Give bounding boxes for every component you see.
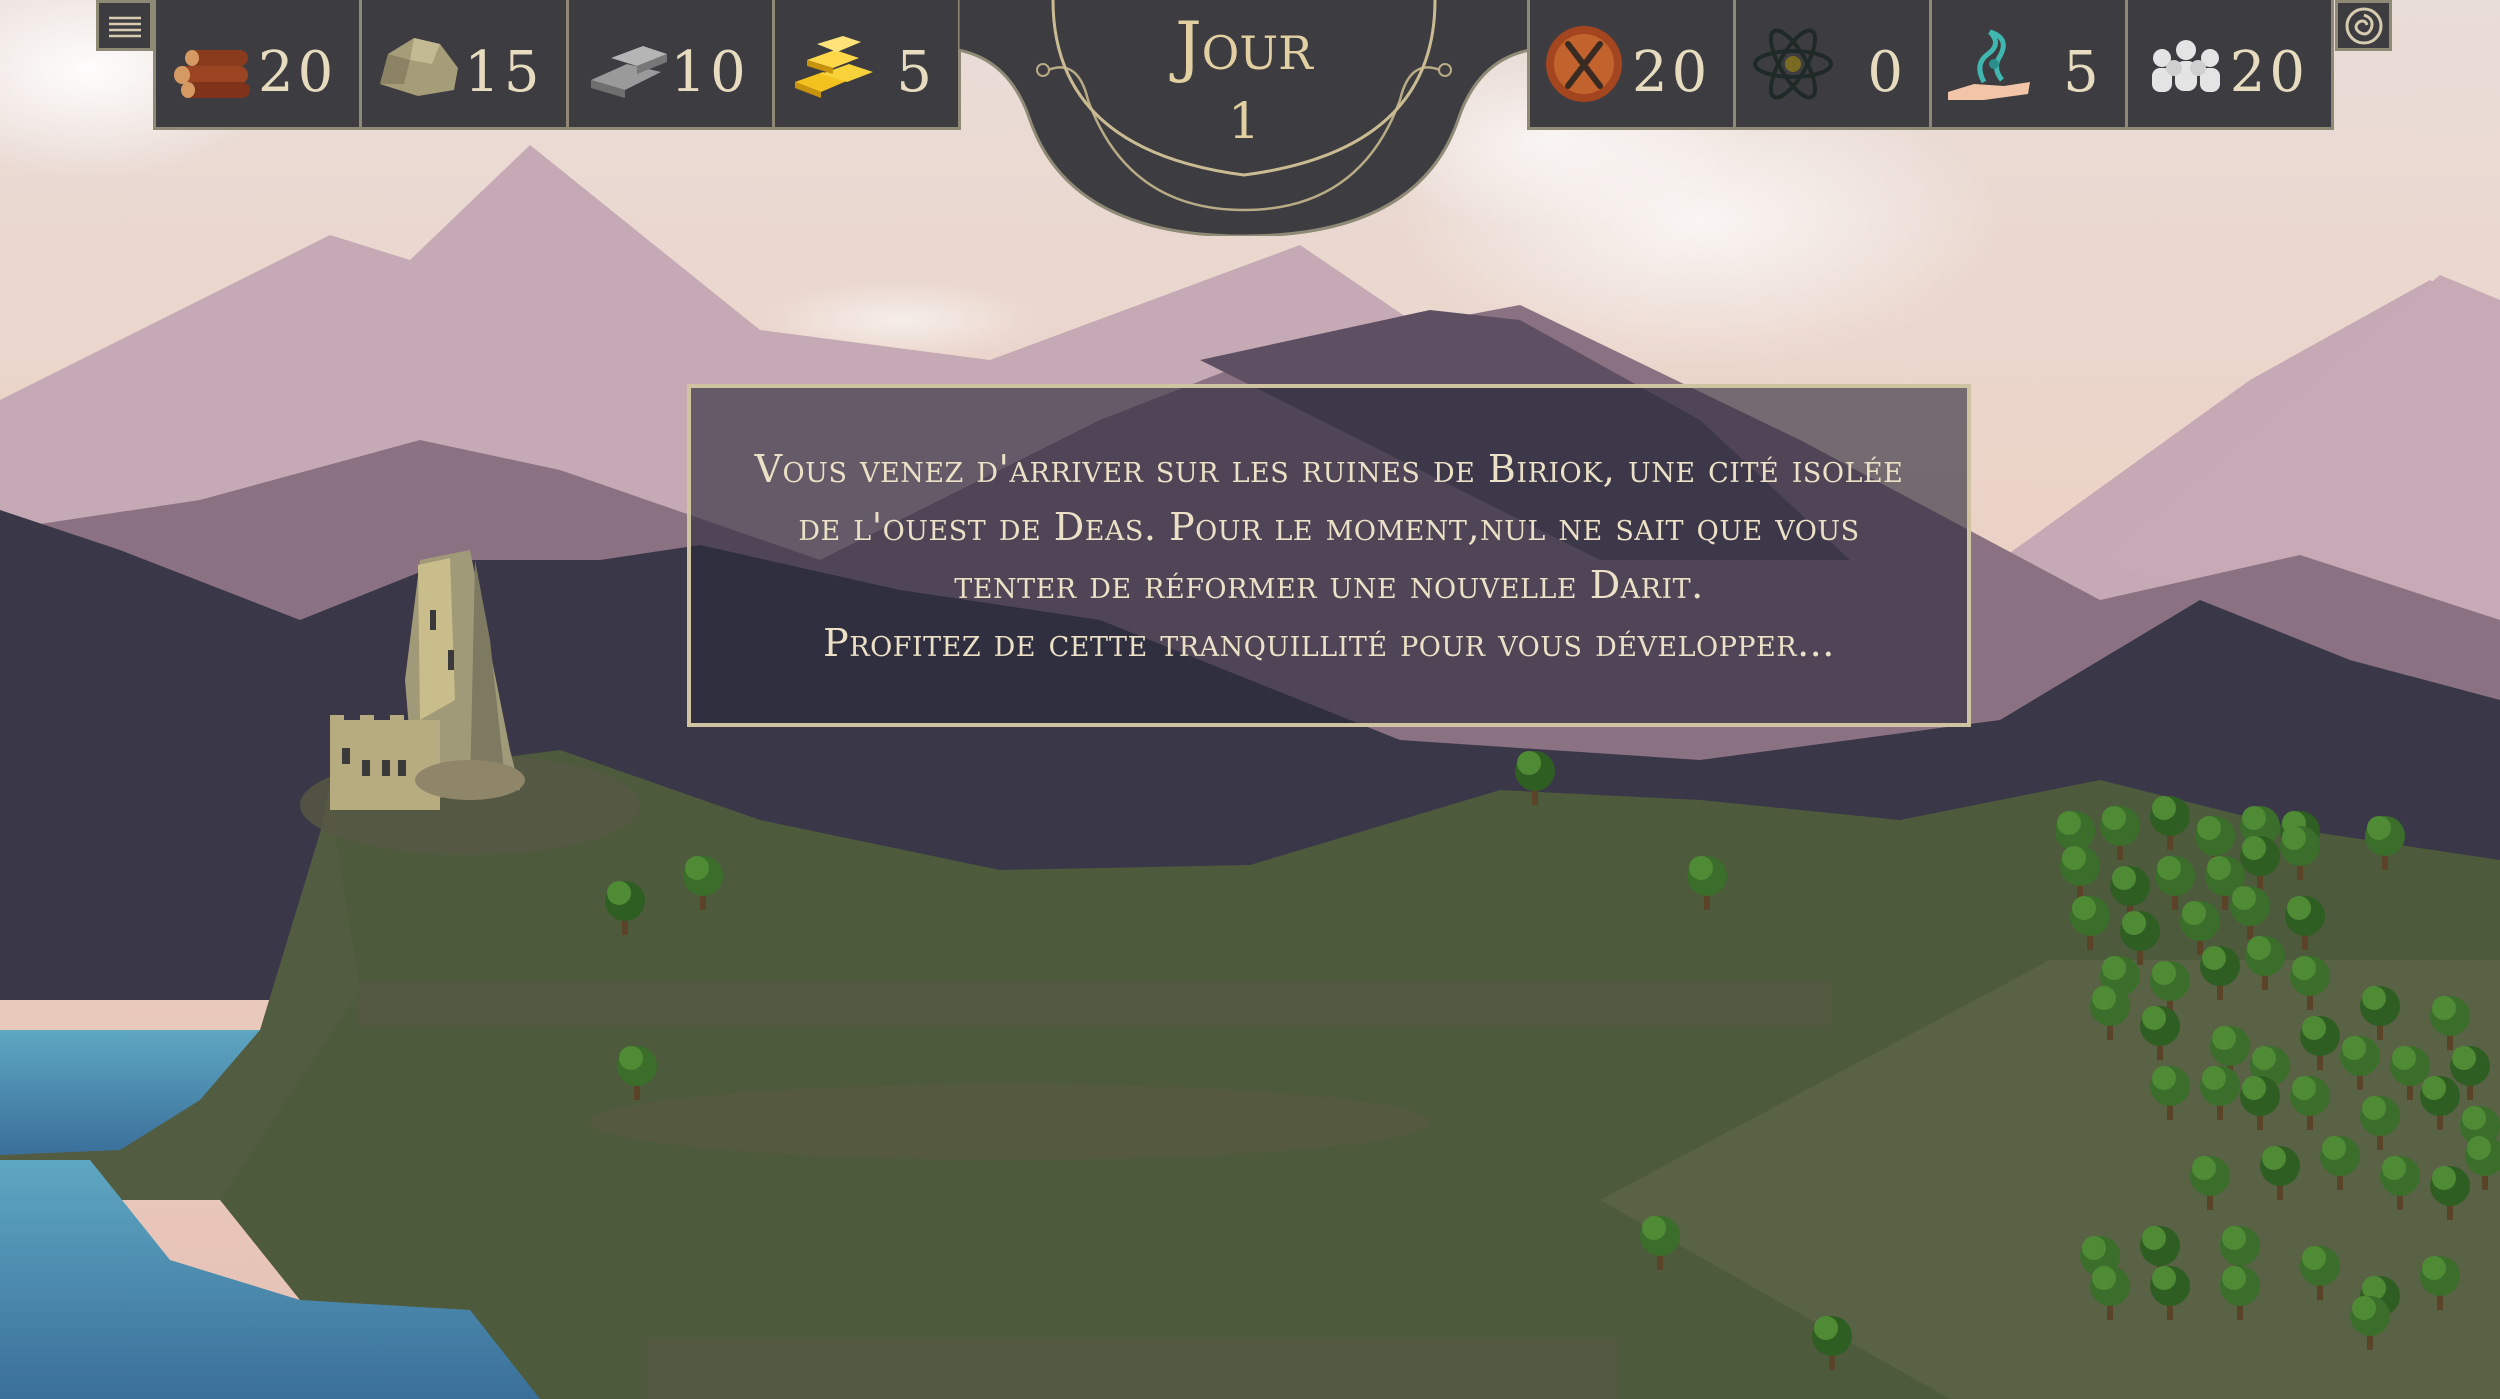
resource-bar-right: 20 0 5 20 [1527, 0, 2334, 130]
gold-bars-icon [794, 35, 873, 98]
intro-message-text: Vous venez d'arriver sur les ruines de B… [755, 440, 1904, 672]
fork-knife-icon [1546, 25, 1622, 102]
magic-value: 5 [2063, 40, 2103, 105]
intro-message-box: Vous venez d'arriver sur les ruines de B… [687, 384, 1971, 727]
magic-hand-icon [1948, 29, 2030, 100]
field-patch [355, 980, 1830, 1026]
message-line: Vous venez d'arriver sur les ruines de B… [754, 447, 1904, 491]
resource-stone[interactable]: 15 [362, 0, 569, 127]
log-pile-icon [174, 49, 250, 98]
day-number: 1 [1228, 92, 1260, 150]
atom-icon [1753, 27, 1834, 100]
resource-gold[interactable]: 5 [775, 0, 958, 127]
resource-science[interactable]: 0 [1736, 0, 1932, 127]
settings-swirl-icon [2345, 7, 2382, 44]
iron-ingot-icon [590, 45, 667, 98]
population-icon [2151, 39, 2220, 92]
field-patch [645, 1338, 1620, 1399]
day-title: Jour [1175, 8, 1313, 85]
message-line: tenter de réformer une nouvelle Darit. [954, 563, 1704, 607]
population-value: 20 [2229, 40, 2309, 105]
field-patch [590, 1084, 1430, 1160]
iron-value: 10 [670, 40, 750, 105]
rock-icon [380, 37, 459, 96]
resource-population[interactable]: 20 [2128, 0, 2331, 127]
wood-value: 20 [258, 40, 338, 105]
gold-value: 5 [896, 40, 936, 105]
resource-wood[interactable]: 20 [156, 0, 363, 127]
resource-bar-left: 20 15 10 5 [153, 0, 961, 130]
stone-value: 15 [464, 40, 544, 105]
settings-button[interactable] [2335, 0, 2392, 51]
resource-magic[interactable]: 5 [1932, 0, 2128, 127]
science-value: 0 [1867, 40, 1907, 105]
message-line: de l'ouest de Deas. Pour le moment,nul n… [798, 505, 1860, 549]
hamburger-menu-icon [108, 16, 141, 37]
resource-iron[interactable]: 10 [569, 0, 775, 127]
menu-button[interactable] [96, 0, 153, 51]
message-line: Profitez de cette tranquillité pour vous… [823, 621, 1835, 665]
resource-food[interactable]: 20 [1530, 0, 1737, 127]
food-value: 20 [1632, 40, 1712, 105]
